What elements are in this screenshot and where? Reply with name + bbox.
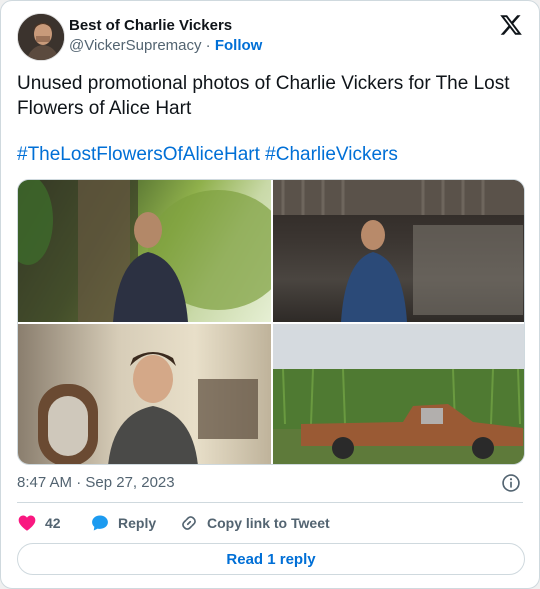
tweet-timestamp[interactable]: 8:47 AM · Sep 27, 2023 bbox=[17, 474, 175, 492]
photo-2-image bbox=[273, 180, 524, 322]
read-replies-button[interactable]: Read 1 reply bbox=[17, 543, 525, 575]
separator: · bbox=[205, 37, 211, 54]
hashtag-link[interactable]: #TheLostFlowersOfAliceHart bbox=[17, 144, 260, 165]
copy-link-button[interactable]: Copy link to Tweet bbox=[179, 511, 330, 535]
avatar[interactable] bbox=[17, 13, 65, 61]
photo-4-image bbox=[273, 324, 524, 464]
link-icon bbox=[182, 516, 196, 530]
heart-icon bbox=[18, 515, 36, 531]
photo-1-image bbox=[18, 180, 271, 322]
like-count: 42 bbox=[45, 515, 61, 531]
user-handle[interactable]: @VickerSupremacy bbox=[69, 37, 202, 54]
action-bar: 42 Reply Copy link to Tweet bbox=[17, 511, 525, 535]
avatar-image bbox=[18, 14, 64, 60]
like-button[interactable]: 42 bbox=[17, 511, 61, 535]
hashtag-row: #TheLostFlowersOfAliceHart #CharlieVicke… bbox=[17, 142, 517, 167]
tweet-card: Best of Charlie Vickers @VickerSupremacy… bbox=[0, 0, 540, 589]
media-grid bbox=[17, 179, 525, 465]
reply-label: Reply bbox=[118, 515, 157, 531]
photo-1[interactable] bbox=[18, 180, 271, 322]
handle-row: @VickerSupremacy · Follow bbox=[69, 37, 262, 55]
display-name[interactable]: Best of Charlie Vickers bbox=[69, 17, 232, 35]
divider bbox=[17, 502, 523, 503]
tweet-text: Unused promotional photos of Charlie Vic… bbox=[17, 73, 510, 119]
hashtag-link[interactable]: #CharlieVickers bbox=[265, 144, 398, 165]
follow-button[interactable]: Follow bbox=[215, 37, 263, 54]
photo-3[interactable] bbox=[18, 324, 271, 464]
info-icon[interactable] bbox=[501, 473, 521, 493]
reply-button[interactable]: Reply bbox=[90, 511, 156, 535]
tweet-header: Best of Charlie Vickers @VickerSupremacy… bbox=[17, 13, 523, 61]
photo-3-image bbox=[38, 352, 258, 464]
photo-2[interactable] bbox=[273, 180, 524, 322]
photo-4[interactable] bbox=[273, 324, 524, 464]
copy-link-label: Copy link to Tweet bbox=[207, 515, 330, 531]
x-logo-icon[interactable] bbox=[499, 13, 523, 37]
speech-bubble-icon bbox=[92, 515, 108, 531]
